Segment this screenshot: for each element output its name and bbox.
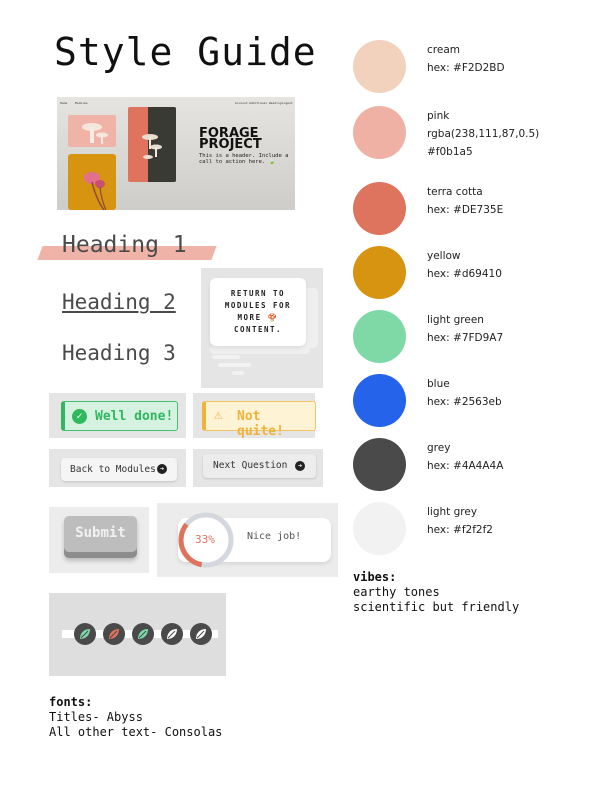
color-label-line: hex: #f2f2f2 xyxy=(427,524,493,536)
fonts-line: Titles- Abyss xyxy=(49,710,143,724)
warning-triangle-icon: ⚠ xyxy=(214,407,223,423)
placeholder-line xyxy=(218,363,251,367)
leaf-icon xyxy=(109,629,119,639)
back-button-label: Back to Modules xyxy=(70,464,156,475)
progress-message: Nice job! xyxy=(247,531,302,542)
heading-2-sample: Heading 2 xyxy=(62,290,176,314)
color-label-line: light grey xyxy=(427,506,478,518)
color-label-line: blue xyxy=(427,378,450,390)
color-label-line: pink xyxy=(427,110,450,122)
nav-reading-link[interactable]: Additional Reading xyxy=(249,101,282,105)
success-alert-text: Well done! xyxy=(95,409,174,424)
back-to-modules-button[interactable]: Back to Modules ➜ xyxy=(61,458,177,481)
color-label-line: grey xyxy=(427,442,451,454)
warning-alert: ⚠ Not quite! xyxy=(202,401,316,439)
color-swatch xyxy=(353,438,406,491)
pink-mushroom-image-card xyxy=(68,154,116,210)
color-label-line: hex: #DE735E xyxy=(427,204,504,216)
leaf-icon xyxy=(196,629,206,639)
color-label: light green hex: #7FD9A7 xyxy=(427,311,503,347)
color-label: light grey hex: #f2f2f2 xyxy=(427,503,493,539)
header-preview: Home Modules Account Additional Reading … xyxy=(57,97,295,210)
leaf-icon xyxy=(80,629,90,639)
color-label: grey hex: #4A4A4A xyxy=(427,439,503,475)
color-swatch xyxy=(353,106,406,159)
placeholder-line xyxy=(232,371,244,375)
next-button-label: Next Question xyxy=(213,460,288,471)
color-swatch xyxy=(353,182,406,235)
arrow-right-icon: ➜ xyxy=(295,461,305,471)
color-label-line: hex: #d69410 xyxy=(427,268,502,280)
header-subtitle: This is a header. Include a call to acti… xyxy=(199,153,289,165)
leaf-step-upcoming[interactable] xyxy=(190,623,212,645)
leaf-step-complete[interactable] xyxy=(132,623,154,645)
color-swatch xyxy=(353,374,406,427)
return-to-modules-card[interactable]: RETURN TO MODULES FOR MORE 🍄 CONTENT. xyxy=(210,278,306,346)
color-label-line: cream xyxy=(427,44,460,56)
success-alert: ✓ Well done! xyxy=(61,401,178,431)
fonts-section: fonts: Titles- Abyss All other text- Con… xyxy=(49,695,223,739)
header-nav: Home Modules Account Additional Reading … xyxy=(57,99,295,107)
vibes-line: scientific but friendly xyxy=(353,600,520,614)
mushroom-image-card xyxy=(68,115,116,147)
progress-percent: 33% xyxy=(195,533,215,546)
fonts-label: fonts xyxy=(49,695,86,709)
color-swatch xyxy=(353,310,406,363)
next-question-button[interactable]: Next Question ➜ xyxy=(203,454,316,478)
color-label: cream hex: #F2D2BD xyxy=(427,41,505,77)
project-title: FORAGE PROJECT xyxy=(199,126,262,152)
color-label-line: light green xyxy=(427,314,484,326)
heading-3-sample: Heading 3 xyxy=(62,341,176,365)
color-label: blue hex: #2563eb xyxy=(427,375,502,411)
nav-home-link[interactable]: Home xyxy=(60,101,67,105)
vibes-line: earthy tones xyxy=(353,585,440,599)
color-swatch xyxy=(353,40,406,93)
arrow-right-icon: ➜ xyxy=(157,464,167,474)
heading-1-sample: Heading 1 xyxy=(62,232,187,258)
color-label-line: hex: #4A4A4A xyxy=(427,460,504,472)
color-label-line: rgba(238,111,87,0.5) xyxy=(427,128,540,140)
color-label-line: hex: #7FD9A7 xyxy=(427,332,504,344)
tree-mushroom-illustration xyxy=(142,134,162,159)
pink-mushroom-illustration xyxy=(84,172,107,210)
color-swatch xyxy=(353,502,406,555)
color-label-line: hex: #F2D2BD xyxy=(427,62,505,74)
placeholder-line xyxy=(212,355,240,359)
nav-logout-link[interactable]: Logout xyxy=(282,101,293,105)
terracotta-image-card xyxy=(128,107,176,182)
submit-button[interactable]: Submit xyxy=(64,516,137,558)
color-swatch xyxy=(353,246,406,299)
color-label-line: yellow xyxy=(427,250,461,262)
leaf-step-current[interactable] xyxy=(103,623,125,645)
color-label-line: hex: #2563eb xyxy=(427,396,502,408)
nav-account-link[interactable]: Account xyxy=(235,101,248,105)
color-label: pink rgba(238,111,87,0.5) #f0b1a5 xyxy=(427,107,539,161)
color-label: terra cotta hex: #DE735E xyxy=(427,183,503,219)
fonts-line: All other text- Consolas xyxy=(49,725,223,739)
mushroom-illustration xyxy=(82,123,108,144)
nav-modules-link[interactable]: Modules xyxy=(75,101,88,105)
color-label-line: #f0b1a5 xyxy=(427,146,473,158)
leaf-stepper xyxy=(74,623,214,645)
page-title: Style Guide xyxy=(54,30,317,74)
color-label: yellow hex: #d69410 xyxy=(427,247,502,283)
check-circle-icon: ✓ xyxy=(72,409,87,424)
leaf-step-upcoming[interactable] xyxy=(161,623,183,645)
leaf-step-complete[interactable] xyxy=(74,623,96,645)
color-label-line: terra cotta xyxy=(427,186,483,198)
vibes-section: vibes: earthy tones scientific but frien… xyxy=(353,570,520,614)
warning-alert-text: Not quite! xyxy=(237,409,284,439)
ghost-card-bottom xyxy=(210,346,310,354)
leaf-icon xyxy=(138,629,148,639)
leaf-icon xyxy=(167,629,177,639)
vibes-label: vibes xyxy=(353,570,390,584)
